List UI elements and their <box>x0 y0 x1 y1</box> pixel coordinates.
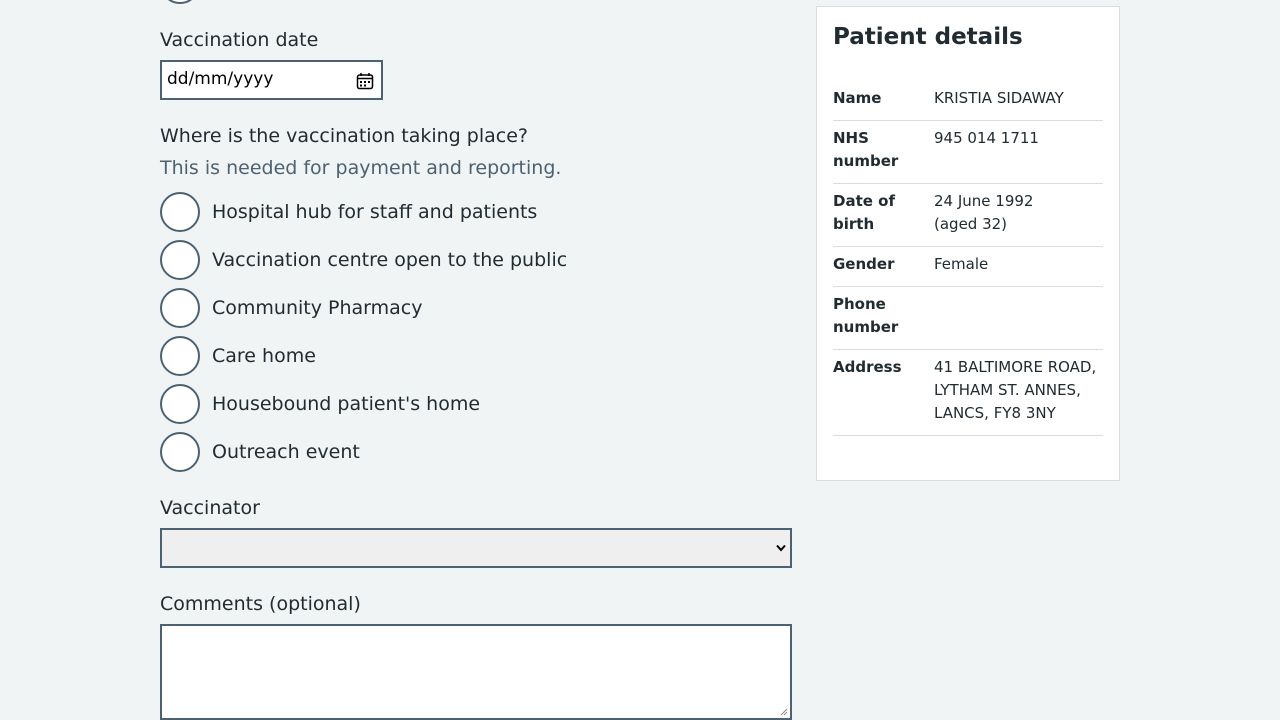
radio-circle[interactable] <box>160 384 200 424</box>
radio-option-care-home[interactable]: Care home <box>160 336 780 376</box>
radio-label[interactable]: Outreach event <box>212 440 360 464</box>
calendar-icon[interactable] <box>356 72 374 90</box>
patient-key: NHS number <box>833 129 899 170</box>
radio-label[interactable]: Care home <box>212 344 316 368</box>
patient-value: KRISTIA SIDAWAY <box>934 89 1064 107</box>
patient-row-gender: Gender Female <box>833 247 1103 287</box>
radio-circle[interactable] <box>160 432 200 472</box>
radio-circle[interactable] <box>160 288 200 328</box>
location-question: Where is the vaccination taking place? <box>160 125 528 147</box>
patient-row-name: Name KRISTIA SIDAWAY <box>833 81 1103 121</box>
comments-label: Comments (optional) <box>160 593 361 615</box>
patient-key: Date of birth <box>833 192 895 233</box>
patient-value: 24 June 1992 (aged 32) <box>934 192 1034 233</box>
radio-option-community-pharmacy[interactable]: Community Pharmacy <box>160 288 780 328</box>
patient-value <box>934 293 1103 339</box>
radio-option-housebound-home[interactable]: Housebound patient's home <box>160 384 780 424</box>
radio-label[interactable]: Community Pharmacy <box>212 296 422 320</box>
radio-label[interactable]: Hospital hub for staff and patients <box>212 200 537 224</box>
patient-value: Female <box>934 255 989 273</box>
radio-label[interactable]: Housebound patient's home <box>212 392 480 416</box>
patient-value: 41 BALTIMORE ROAD, LYTHAM ST. ANNES, LAN… <box>934 358 1097 422</box>
vaccinator-select[interactable] <box>160 528 792 568</box>
vaccinator-label: Vaccinator <box>160 497 260 519</box>
page: Vaccination date dd/mm/yyyy Where is the… <box>0 0 1280 720</box>
vaccination-date-label: Vaccination date <box>160 29 319 51</box>
patient-key: Name <box>833 89 882 107</box>
radio-circle[interactable] <box>160 192 200 232</box>
resize-grip-icon[interactable] <box>780 708 788 716</box>
radio-previous-partial[interactable] <box>160 0 200 4</box>
radio-option-hospital-hub[interactable]: Hospital hub for staff and patients <box>160 192 780 232</box>
radio-option-vaccination-centre[interactable]: Vaccination centre open to the public <box>160 240 780 280</box>
comments-textarea[interactable] <box>160 624 792 720</box>
patient-key: Address <box>833 358 902 376</box>
patient-row-address: Address 41 BALTIMORE ROAD, LYTHAM ST. AN… <box>833 350 1103 436</box>
patient-key: Phone number <box>833 295 899 336</box>
vaccination-date-placeholder: dd/mm/yyyy <box>167 69 274 89</box>
radio-circle[interactable] <box>160 336 200 376</box>
patient-row-date-of-birth: Date of birth 24 June 1992 (aged 32) <box>833 184 1103 247</box>
patient-details-card: Patient details Name KRISTIA SIDAWAY NHS… <box>816 6 1120 481</box>
patient-value: 945 014 1711 <box>934 129 1039 147</box>
radio-label[interactable]: Vaccination centre open to the public <box>212 248 567 272</box>
radio-circle[interactable] <box>160 240 200 280</box>
patient-details-list: Name KRISTIA SIDAWAY NHS number 945 014 … <box>833 81 1103 436</box>
patient-details-title: Patient details <box>833 24 1023 50</box>
vaccination-date-input[interactable]: dd/mm/yyyy <box>160 60 383 100</box>
location-hint: This is needed for payment and reporting… <box>160 157 562 179</box>
chevron-down-icon[interactable] <box>776 544 786 552</box>
patient-key: Gender <box>833 255 895 273</box>
radio-option-outreach-event[interactable]: Outreach event <box>160 432 780 472</box>
patient-row-nhs-number: NHS number 945 014 1711 <box>833 121 1103 184</box>
patient-row-phone-number: Phone number <box>833 287 1103 350</box>
